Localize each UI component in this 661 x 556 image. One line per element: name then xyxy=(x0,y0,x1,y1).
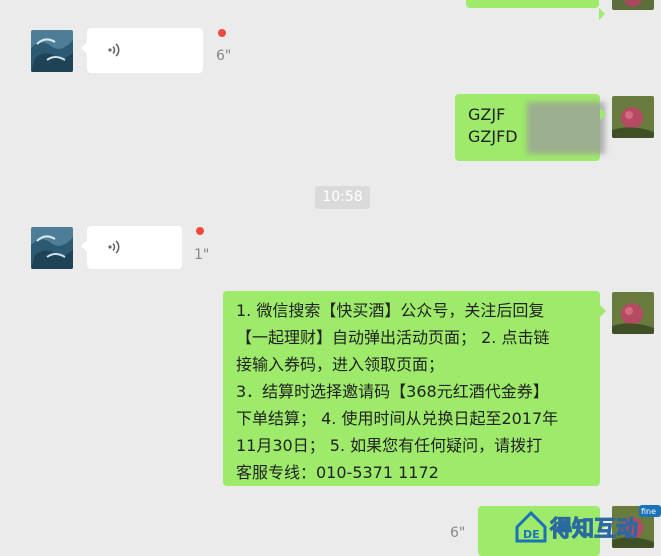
my-avatar-top[interactable] xyxy=(612,0,654,10)
unread-dot xyxy=(196,227,204,235)
instructions-line: 【一起理财】自动弹出活动页面； 2. 点击链 xyxy=(236,328,550,347)
voice-duration: 1" xyxy=(194,247,210,263)
instructions-line: 接输入券码，进入领取页面； xyxy=(236,355,445,374)
contact-avatar[interactable] xyxy=(31,30,73,72)
instructions-line: 1. 微信搜索【快买酒】公众号，关注后回复 xyxy=(236,301,545,320)
code-line-2: GZJFD xyxy=(468,127,518,146)
code-line-1: GZJF xyxy=(468,105,506,124)
watermark-logo: DE 得知互动 fine xyxy=(513,505,661,545)
watermark-badge: fine xyxy=(641,507,656,516)
voice-message-bubble[interactable] xyxy=(81,28,203,73)
voice-duration: 6" xyxy=(450,525,466,541)
svg-text:DE: DE xyxy=(523,528,540,541)
voice-wave-icon xyxy=(108,240,120,254)
instructions-text: 1. 微信搜索【快买酒】公众号，关注后回复 【一起理财】自动弹出活动页面； 2.… xyxy=(236,297,594,486)
instructions-message-bubble[interactable]: 1. 微信搜索【快买酒】公众号，关注后回复 【一起理财】自动弹出活动页面； 2.… xyxy=(223,291,606,486)
instructions-line: 下单结算； 4. 使用时间从兑换日起至2017年 xyxy=(236,409,559,428)
timestamp: 10:58 xyxy=(315,186,370,209)
voice-wave-icon xyxy=(108,43,120,57)
voice-duration: 6" xyxy=(216,48,232,64)
blurred-code xyxy=(527,102,605,154)
watermark-text: 得知互动 xyxy=(549,516,638,542)
unread-dot xyxy=(218,29,226,37)
instructions-line: 11月30日； 5. 如果您有任何疑问，请拨打 xyxy=(236,436,543,455)
partial-top-bubble[interactable] xyxy=(466,0,605,20)
instructions-line: 客服专线：010-5371 1172 xyxy=(236,463,439,482)
my-avatar[interactable] xyxy=(612,292,654,334)
instructions-line: 3．结算时选择邀请码【368元红酒代金券】 xyxy=(236,382,549,401)
code-message-bubble[interactable]: GZJF GZJFD xyxy=(455,94,606,161)
my-avatar[interactable] xyxy=(612,96,654,138)
contact-avatar[interactable] xyxy=(31,227,73,269)
voice-message-bubble[interactable] xyxy=(81,226,182,269)
